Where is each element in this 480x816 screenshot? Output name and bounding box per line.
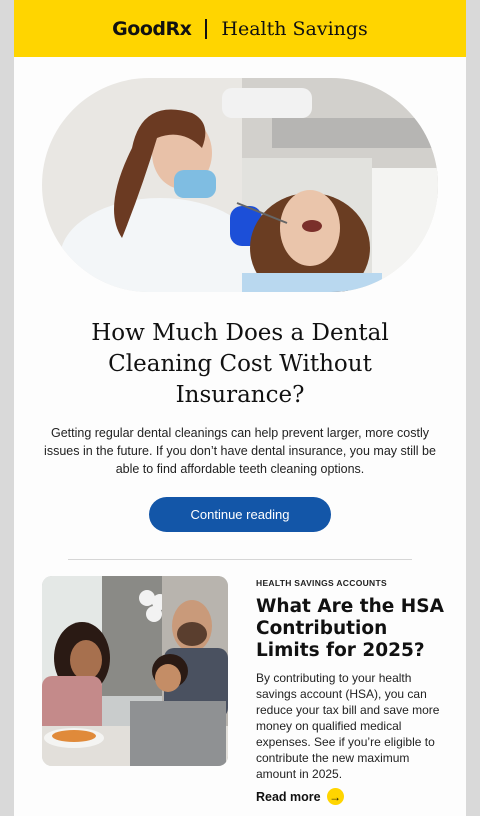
header-separator — [205, 18, 208, 39]
article-description: By contributing to your health savings a… — [256, 671, 440, 781]
hero-description: Getting regular dental cleanings can hel… — [44, 426, 436, 476]
article-category: HEALTH SAVINGS ACCOUNTS — [256, 578, 387, 588]
header-tagline: Health Savings — [221, 17, 368, 40]
section-divider — [68, 559, 412, 560]
email-body: GoodRx Health Savings How Much Does a De… — [14, 0, 466, 816]
hero-title[interactable]: How Much Does a Dental Cleaning Cost Wit… — [44, 318, 436, 411]
continue-reading-button[interactable]: Continue reading — [149, 497, 331, 532]
read-more-label[interactable]: Read more — [256, 790, 321, 804]
hero-image[interactable] — [42, 78, 438, 292]
brand-logo[interactable]: GoodRx — [112, 18, 192, 40]
read-more-link[interactable]: Read more → — [256, 788, 344, 805]
arrow-right-icon[interactable]: → — [326, 788, 344, 805]
email-header: GoodRx Health Savings — [14, 0, 466, 57]
article-image[interactable] — [42, 576, 228, 766]
article-title[interactable]: What Are the HSA Contribution Limits for… — [256, 596, 452, 662]
